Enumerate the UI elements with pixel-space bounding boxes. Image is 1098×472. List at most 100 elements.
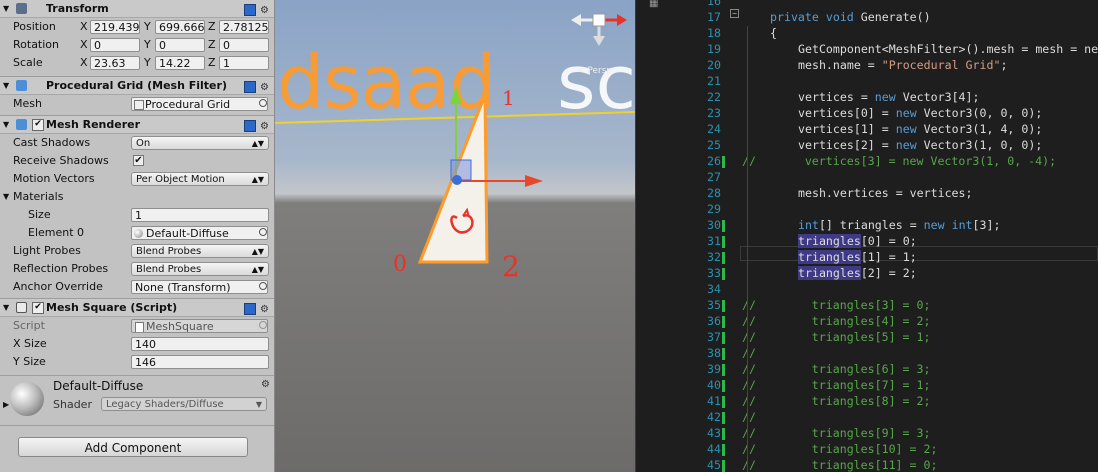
mesh-renderer-header[interactable]: ▼ ✔ Mesh Renderer ⚙ — [0, 115, 274, 134]
change-indicator — [722, 156, 725, 168]
fold-toggle-icon[interactable]: − — [730, 9, 739, 18]
foldout-arrow-icon[interactable]: ▶ — [3, 400, 9, 409]
code-line[interactable]: mesh.name = "Procedural Grid"; — [798, 58, 1007, 72]
code-line[interactable]: vertices[2] = new Vector3(1, 0, 0); — [798, 138, 1042, 152]
component-settings-icons[interactable]: ⚙ — [243, 118, 270, 135]
x-axis-arrow-icon — [525, 175, 543, 187]
code-line[interactable]: triangles[0] = 0; — [798, 234, 917, 248]
vertex-label-1: 1 — [502, 86, 515, 110]
scene-view[interactable]: dsaad sc < Persp 0 1 2 — [275, 0, 635, 472]
element0-object-field[interactable]: Default-Diffuse — [131, 226, 268, 240]
object-picker-icon[interactable] — [259, 228, 267, 236]
x-size-field[interactable]: 140 — [131, 337, 269, 351]
code-line[interactable]: vertices = new Vector3[4]; — [798, 90, 980, 104]
cast-shadows-dropdown[interactable]: On ▲▼ — [131, 136, 269, 150]
code-line[interactable]: vertices[0] = new Vector3(0, 0, 0); — [798, 106, 1042, 120]
scale-x-field[interactable]: 23.63 — [90, 56, 140, 70]
component-settings-icons[interactable]: ⚙ — [261, 379, 270, 390]
code-line[interactable]: // triangles[3] = 0; — [742, 298, 930, 312]
code-line[interactable]: // triangles[11] = 0; — [742, 458, 937, 472]
scale-y-field[interactable]: 14.22 — [155, 56, 205, 70]
code-line[interactable]: // — [742, 346, 756, 360]
line-number: 20 — [707, 58, 721, 72]
change-indicator — [722, 300, 725, 312]
foldout-arrow-icon[interactable]: ▼ — [3, 77, 9, 94]
indent-guide — [747, 26, 748, 472]
mesh-filter-header[interactable]: ▼ Procedural Grid (Mesh Filter) ⚙ — [0, 76, 274, 95]
script-label: Script — [13, 319, 45, 332]
receive-shadows-checkbox[interactable]: ✔ — [133, 155, 144, 166]
anchor-override-field[interactable]: None (Transform) — [131, 280, 268, 294]
materials-row[interactable]: ▼ Materials — [0, 188, 274, 206]
transform-header[interactable]: ▼ Transform ⚙ — [0, 0, 274, 18]
reflection-probes-dropdown[interactable]: Blend Probes ▲▼ — [131, 262, 269, 276]
orientation-gizmo[interactable] — [571, 13, 627, 46]
light-probes-label: Light Probes — [13, 244, 81, 257]
help-book-icon[interactable] — [243, 120, 256, 132]
rotation-z-field[interactable]: 0 — [219, 38, 269, 52]
enable-checkbox[interactable]: ✔ — [32, 119, 44, 131]
line-number: 23 — [707, 106, 721, 120]
code-line[interactable]: triangles[1] = 1; — [798, 250, 917, 264]
mesh-square-header[interactable]: ▼ ✔ Mesh Square (Script) ⚙ — [0, 298, 274, 317]
code-line[interactable]: { — [770, 26, 777, 40]
script-icon — [16, 302, 27, 313]
component-settings-icons[interactable]: ⚙ — [243, 79, 270, 96]
size-field[interactable]: 1 — [131, 208, 269, 222]
object-picker-icon[interactable] — [259, 99, 267, 107]
scale-z-field[interactable]: 1 — [219, 56, 269, 70]
code-line[interactable]: // triangles[6] = 3; — [742, 362, 930, 376]
y-axis-arrow-icon — [450, 86, 462, 104]
change-indicator — [722, 316, 725, 328]
foldout-arrow-icon[interactable]: ▼ — [3, 0, 9, 17]
component-settings-icons[interactable]: ⚙ — [243, 301, 270, 318]
enable-checkbox[interactable]: ✔ — [32, 302, 44, 314]
motion-vectors-dropdown[interactable]: Per Object Motion ▲▼ — [131, 172, 269, 186]
code-line[interactable]: mesh.vertices = vertices; — [798, 186, 973, 200]
code-line[interactable]: // — [742, 410, 756, 424]
rotation-x-field[interactable]: 0 — [90, 38, 140, 52]
position-x-field[interactable]: 219.439 — [90, 20, 140, 34]
material-asset-icon — [134, 229, 143, 238]
object-picker-icon[interactable] — [259, 282, 267, 290]
foldout-arrow-icon[interactable]: ▼ — [3, 116, 9, 133]
code-line[interactable]: // vertices[3] = new Vector3(1, 0, -4); — [742, 154, 1056, 168]
element0-label: Element 0 — [28, 226, 85, 239]
y-size-field[interactable]: 146 — [131, 355, 269, 369]
code-line[interactable]: // triangles[4] = 2; — [742, 314, 930, 328]
mesh-object-field[interactable]: Procedural Grid — [131, 97, 268, 111]
line-number: 44 — [707, 442, 721, 456]
shader-dropdown[interactable]: Legacy Shaders/Diffuse ▼ — [101, 397, 267, 411]
vertex-label-0: 0 — [393, 252, 407, 277]
perspective-label[interactable]: < Persp — [577, 66, 612, 76]
position-y-field[interactable]: 699.666 — [155, 20, 205, 34]
code-line[interactable]: // triangles[5] = 1; — [742, 330, 930, 344]
code-line[interactable]: // triangles[7] = 1; — [742, 378, 930, 392]
light-probes-dropdown[interactable]: Blend Probes ▲▼ — [131, 244, 269, 258]
code-line[interactable]: triangles[2] = 2; — [798, 266, 917, 280]
code-line[interactable]: // triangles[9] = 3; — [742, 426, 930, 440]
line-number: 31 — [707, 234, 721, 248]
vertex-label-2: 2 — [502, 250, 520, 283]
cast-shadows-label: Cast Shadows — [13, 136, 91, 149]
panel-grip-icon[interactable]: ▦ — [649, 0, 658, 9]
component-settings-icons[interactable]: ⚙ — [243, 2, 270, 19]
code-line[interactable]: // triangles[8] = 2; — [742, 394, 930, 408]
code-line[interactable]: vertices[1] = new Vector3(1, 4, 0); — [798, 122, 1042, 136]
code-line[interactable]: int[] triangles = new int[3]; — [798, 218, 1000, 232]
position-z-field[interactable]: 2.78125 — [219, 20, 269, 34]
help-book-icon[interactable] — [243, 81, 256, 93]
help-book-icon[interactable] — [243, 303, 256, 315]
foldout-arrow-icon[interactable]: ▼ — [3, 188, 9, 206]
code-line[interactable]: GetComponent<MeshFilter>().mesh = mesh =… — [798, 42, 1098, 56]
x-axis-label: X — [80, 38, 88, 51]
add-component-button[interactable]: Add Component — [18, 437, 248, 457]
foldout-arrow-icon[interactable]: ▼ — [3, 299, 9, 316]
help-book-icon[interactable] — [243, 4, 256, 16]
dropdown-caret-icon: ▲▼ — [251, 247, 264, 256]
code-line[interactable]: private void Generate() — [770, 10, 931, 24]
code-editor[interactable]: − 16 17 private void Generate() 18 {19 GetCom… — [685, 0, 1098, 472]
line-number: 22 — [707, 90, 721, 104]
rotation-y-field[interactable]: 0 — [155, 38, 205, 52]
code-line[interactable]: // triangles[10] = 2; — [742, 442, 937, 456]
